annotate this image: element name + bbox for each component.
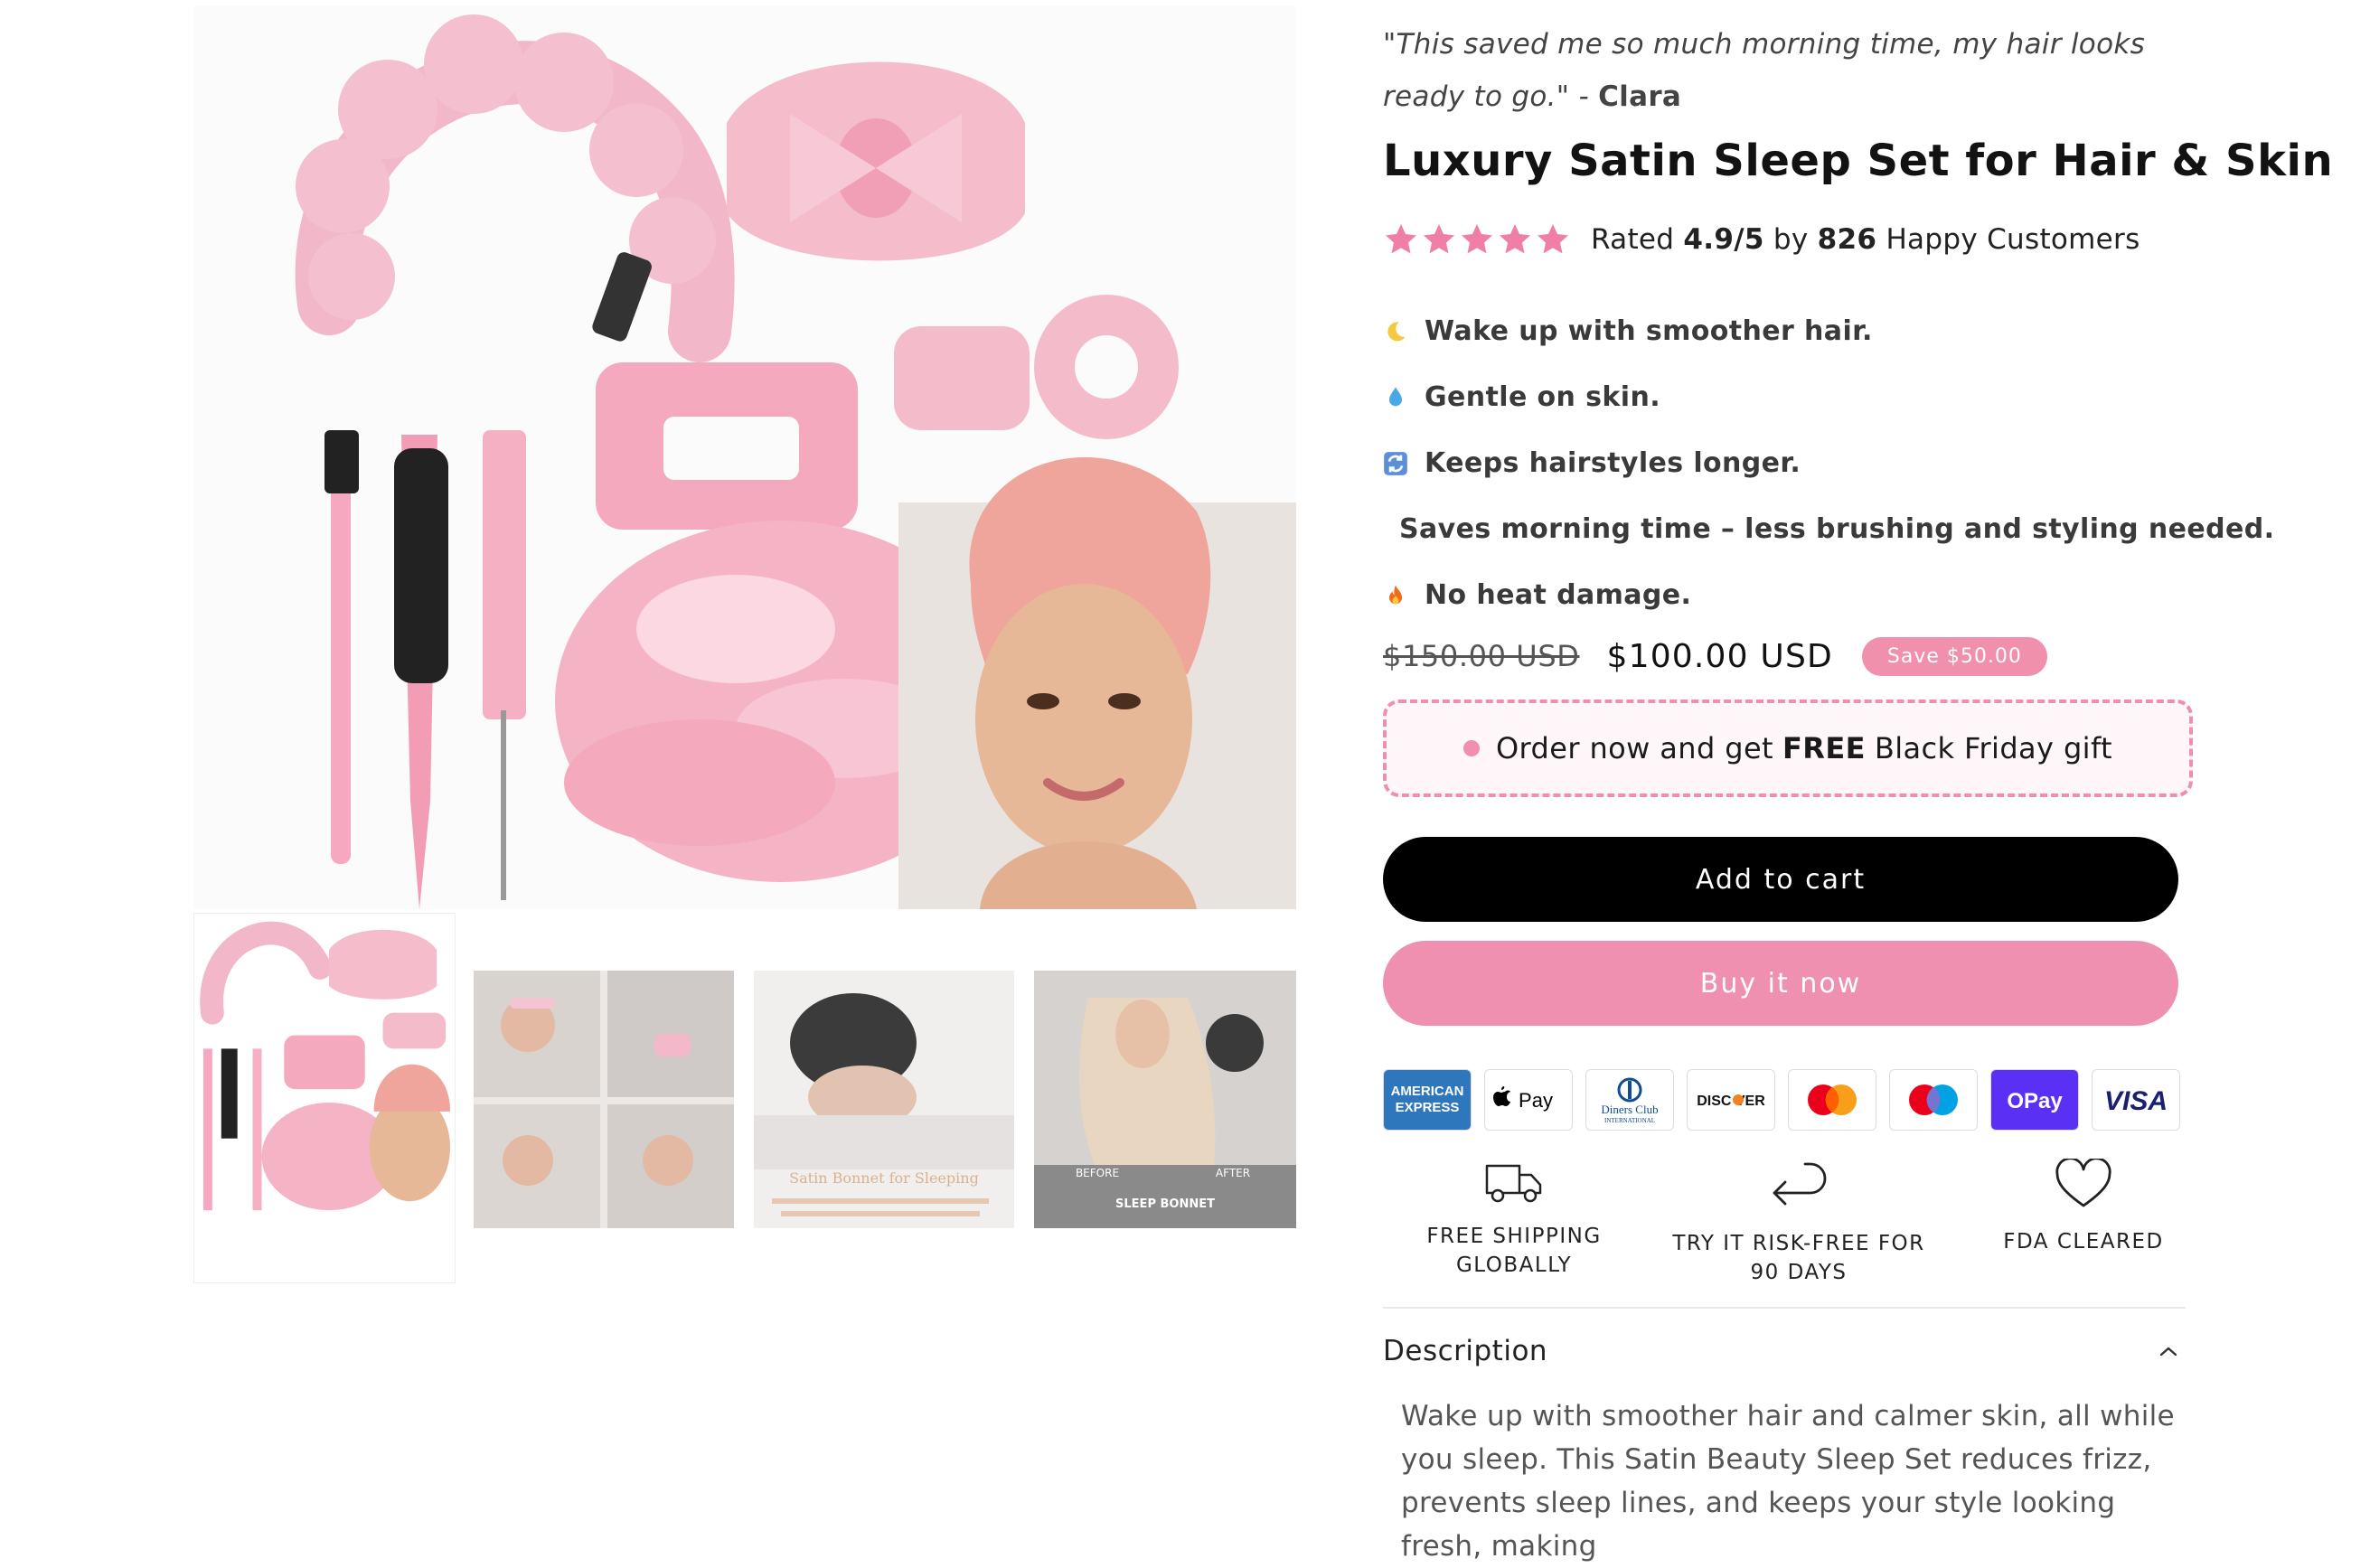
amex-icon: AMERICAN EXPRESS (1383, 1069, 1472, 1131)
badge-line: TRY IT RISK-FREE FOR (1672, 1232, 1925, 1255)
promo-banner: Order now and get FREE Black Friday gift (1383, 699, 2193, 797)
benefit-item: Saves morning time – less brushing and s… (1383, 496, 2274, 562)
star-icon (1462, 224, 1492, 254)
thumbnail-2-image (474, 971, 734, 1228)
benefit-item: Keeps hairstyles longer. (1383, 430, 2196, 496)
star-icon (1424, 224, 1454, 254)
product-title: Luxury Satin Sleep Set for Hair & Skin (1383, 136, 2334, 186)
badge-line: FREE SHIPPING (1426, 1225, 1602, 1248)
rating-row: Rated 4.9/5 by 826 Happy Customers (1383, 217, 2140, 262)
chevron-up-icon (2159, 1347, 2177, 1357)
star-icon (1386, 224, 1416, 254)
repeat-icon (1384, 451, 1407, 475)
review-author: Clara (1598, 80, 1682, 113)
heart-icon (2055, 1159, 2111, 1207)
benefit-text: Keeps hairstyles longer. (1425, 447, 1801, 479)
fire-icon (1389, 584, 1402, 604)
maestro-icon (1889, 1069, 1978, 1131)
trust-badges: FREE SHIPPING GLOBALLY TRY IT RISK-FREE F… (1383, 1159, 2196, 1294)
discover-icon: DISC VER (1687, 1069, 1775, 1131)
benefit-text: Saves morning time – less brushing and s… (1399, 513, 2275, 545)
promo-suffix: Black Friday gift (1874, 731, 2113, 765)
svg-text:INTERNATIONAL: INTERNATIONAL (1604, 1117, 1655, 1124)
review-separator: - (1569, 80, 1599, 113)
sale-price: $100.00 USD (1606, 637, 1833, 675)
benefits-list: Wake up with smoother hair. Gentle on sk… (1383, 298, 2274, 628)
rating-by: by (1763, 223, 1818, 256)
diners-club-icon: Diners Club INTERNATIONAL (1585, 1069, 1674, 1131)
badge-line: 90 DAYS (1750, 1261, 1848, 1284)
svg-text:AMERICAN: AMERICAN (1391, 1084, 1464, 1099)
thumbnail-4-image: BEFORE AFTER SLEEP BONNET (1034, 971, 1296, 1228)
thumbnail-3-image: Satin Bonnet for Sleeping (754, 971, 1014, 1228)
main-product-image[interactable] (193, 5, 1296, 909)
description-accordion-toggle[interactable]: Description (1383, 1329, 2178, 1374)
benefit-item: Gentle on skin. (1383, 364, 2196, 430)
thumbnail-2[interactable] (474, 971, 734, 1228)
rating-count: 826 (1817, 223, 1877, 256)
thumbnail-3[interactable]: Satin Bonnet for Sleeping (754, 971, 1014, 1228)
thumbnail-4-caption: SLEEP BONNET (1115, 1197, 1215, 1211)
truck-icon (1485, 1164, 1542, 1203)
svg-text:DISC VER: DISC VER (1697, 1094, 1765, 1109)
benefit-text: Wake up with smoother hair. (1425, 315, 1873, 347)
droplet-icon (1389, 386, 1402, 406)
benefit-item: Wake up with smoother hair. (1383, 298, 2196, 364)
svg-text:EXPRESS: EXPRESS (1396, 1100, 1460, 1115)
moon-icon (1387, 321, 1406, 341)
price-row: $150.00 USD $100.00 USD Save $50.00 (1383, 629, 2047, 683)
mastercard-icon (1788, 1069, 1876, 1131)
trust-badge-risk-free: TRY IT RISK-FREE FOR 90 DAYS (1663, 1159, 1934, 1287)
save-badge: Save $50.00 (1861, 636, 2047, 676)
promo-dot-icon (1462, 740, 1480, 756)
buy-now-button[interactable]: Buy it now (1383, 941, 2178, 1026)
rating-text: Rated 4.9/5 by 826 Happy Customers (1591, 223, 2140, 256)
benefit-text: Gentle on skin. (1425, 381, 1660, 413)
badge-line: GLOBALLY (1455, 1253, 1573, 1277)
thumbnail-4-before-label: BEFORE (1076, 1167, 1119, 1179)
star-icon (1500, 224, 1530, 254)
opay-icon: OPay (1990, 1069, 2079, 1131)
badge-line: FDA CLEARED (2003, 1230, 2164, 1253)
thumbnail-1-image (194, 914, 455, 1282)
add-to-cart-button[interactable]: Add to cart (1383, 837, 2178, 922)
apple-pay-icon: Pay (1484, 1069, 1573, 1131)
star-rating (1383, 221, 1571, 258)
promo-prefix: Order now and get (1495, 731, 1774, 765)
svg-text:VISA: VISA (2104, 1086, 2168, 1116)
compare-at-price: $150.00 USD (1383, 639, 1580, 673)
svg-text:Diners Club: Diners Club (1601, 1103, 1658, 1116)
trust-badge-shipping: FREE SHIPPING GLOBALLY (1378, 1159, 1650, 1280)
return-arrow-icon (1773, 1162, 1827, 1206)
description-heading: Description (1383, 1335, 1548, 1367)
benefit-item: No heat damage. (1383, 562, 2196, 628)
review-quote-text: "This saved me so much morning time, my … (1383, 28, 2146, 113)
benefit-text: No heat damage. (1425, 579, 1692, 611)
product-collage-image (193, 5, 1296, 909)
thumbnail-3-caption: Satin Bonnet for Sleeping (789, 1169, 979, 1187)
star-icon (1538, 224, 1568, 254)
rating-value: 4.9/5 (1683, 223, 1764, 256)
thumbnail-4-after-label: AFTER (1216, 1167, 1250, 1179)
svg-text:OPay: OPay (2007, 1089, 2063, 1113)
visa-icon: VISA (2092, 1069, 2180, 1131)
svg-text:Pay: Pay (1519, 1089, 1553, 1112)
thumbnail-strip: Satin Bonnet for Sleeping BEFORE AFTER S… (193, 913, 1296, 1283)
thumbnail-4[interactable]: BEFORE AFTER SLEEP BONNET (1034, 971, 1296, 1228)
rating-prefix: Rated (1591, 223, 1684, 256)
thumbnail-1[interactable] (193, 913, 456, 1283)
trust-badge-fda: FDA CLEARED (1948, 1159, 2219, 1256)
customer-review-quote: "This saved me so much morning time, my … (1383, 18, 2196, 123)
description-text: Wake up with smoother hair and calmer sk… (1401, 1400, 2175, 1563)
rating-suffix: Happy Customers (1876, 223, 2140, 256)
divider (1383, 1307, 2186, 1309)
payment-methods: AMERICAN EXPRESS Pay Diners Club INTERNATI… (1383, 1069, 2180, 1131)
promo-highlight: FREE (1782, 731, 1866, 765)
